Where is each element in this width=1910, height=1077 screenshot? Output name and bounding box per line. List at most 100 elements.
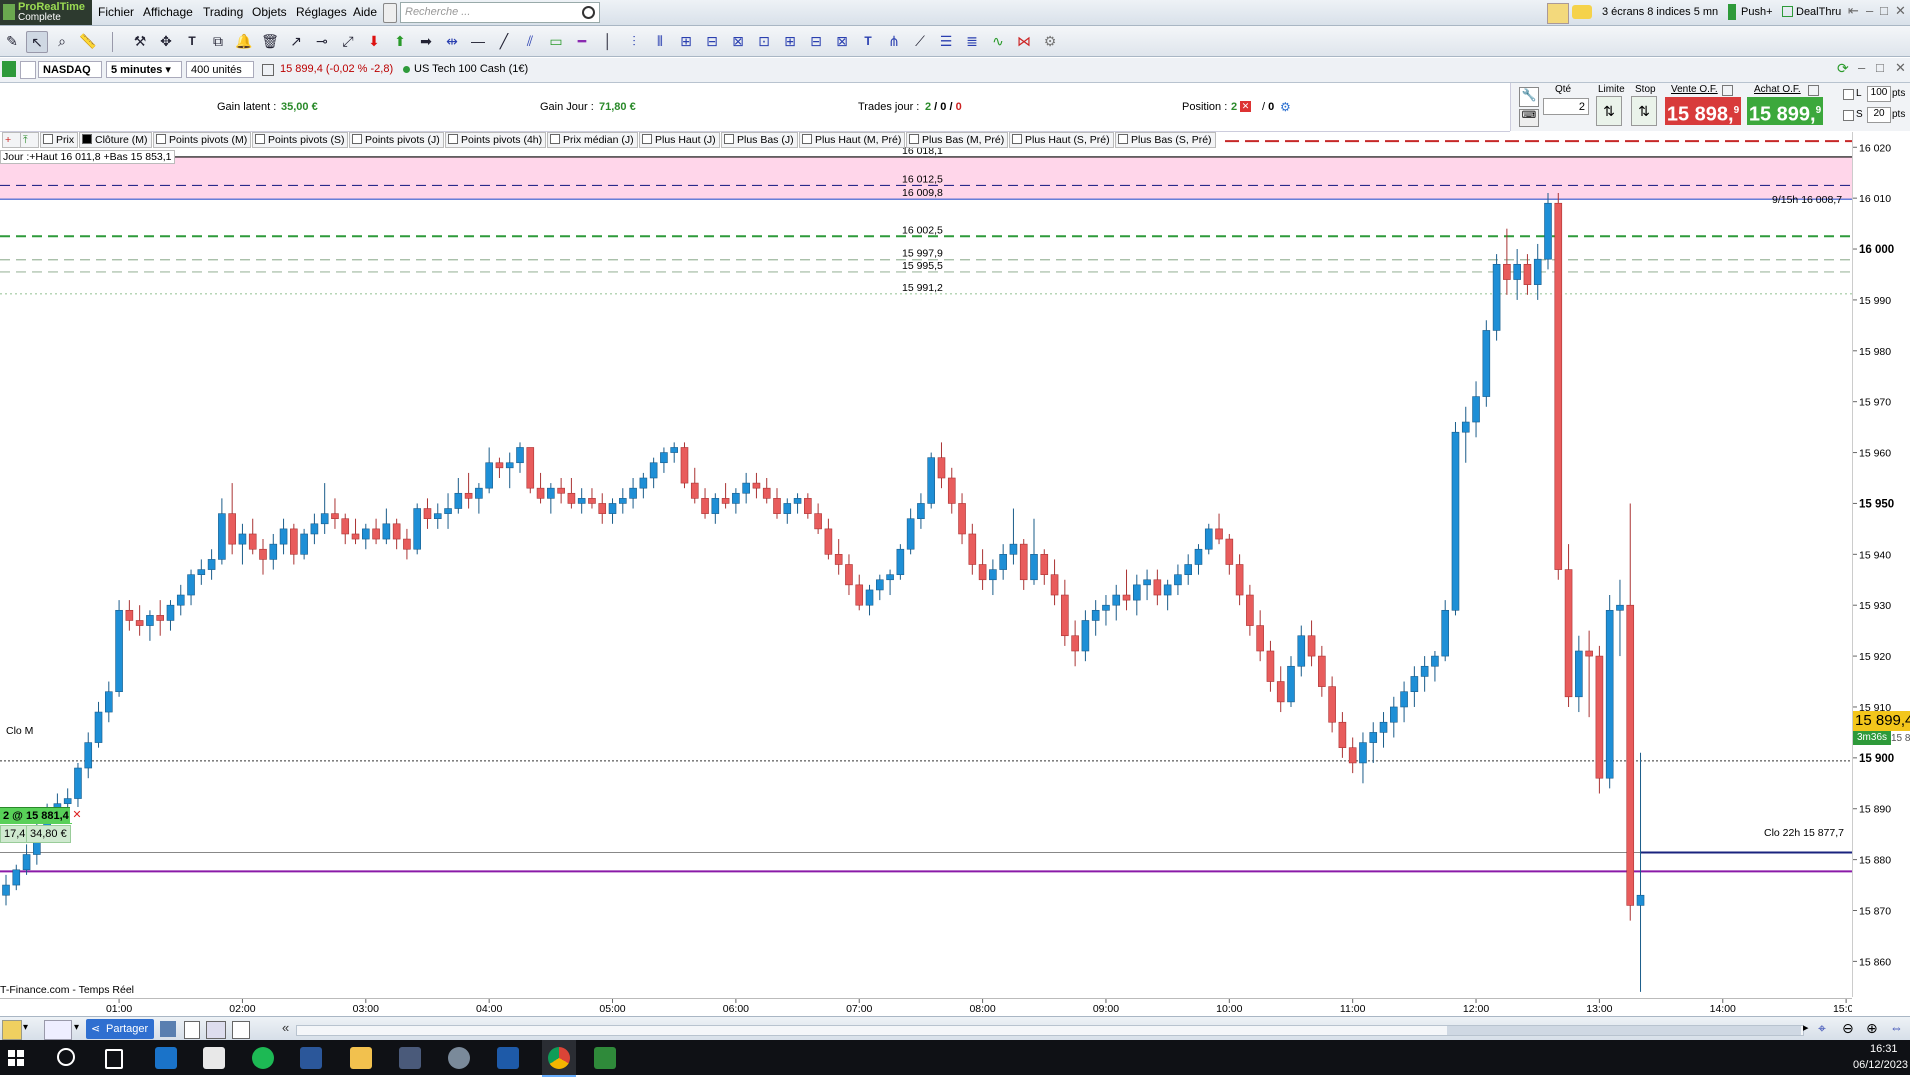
scroll-left-icon[interactable]: «: [282, 1020, 289, 1035]
taskbar-calculator-icon[interactable]: [399, 1047, 421, 1069]
grid1-icon[interactable]: ⊞: [676, 31, 696, 51]
indicator-chip[interactable]: Plus Bas (J): [721, 132, 798, 148]
indicator-checkbox[interactable]: [802, 134, 812, 144]
menu-aide[interactable]: Aide: [353, 5, 377, 19]
taskbar-teamviewer-icon[interactable]: [497, 1047, 519, 1069]
indicator-chip[interactable]: Points pivots (M): [153, 132, 252, 148]
taskbar-search-icon[interactable]: [57, 1048, 75, 1066]
grid4-icon[interactable]: ⊡: [754, 31, 774, 51]
chat-icon[interactable]: [160, 1021, 176, 1037]
add-indicator-icon[interactable]: +: [2, 132, 21, 148]
zoom-icon[interactable]: ⌕: [52, 31, 72, 51]
zoom-range-icon[interactable]: ⇔: [1890, 1020, 1903, 1035]
indicator-dropdown-icon[interactable]: ▾: [74, 1022, 79, 1033]
buy-button[interactable]: 15 899,9: [1747, 97, 1823, 126]
indicator-chip[interactable]: Points pivots (S): [252, 132, 349, 148]
s-input[interactable]: 20: [1867, 107, 1891, 123]
right-arrow-icon[interactable]: ➡: [416, 31, 436, 51]
indicator-checkbox[interactable]: [82, 134, 92, 144]
list-icon[interactable]: ☰: [936, 31, 956, 51]
taskbar-folder-icon[interactable]: [203, 1047, 225, 1069]
label-icon[interactable]: T: [858, 31, 878, 51]
list2-icon[interactable]: ≣: [962, 31, 982, 51]
time-scrollbar-thumb[interactable]: [1447, 1026, 1801, 1035]
market-select[interactable]: NASDAQ ▾: [38, 61, 102, 93]
taskbar-explorer-icon[interactable]: [350, 1047, 372, 1069]
alert-icon[interactable]: [1572, 5, 1592, 19]
time-axis[interactable]: 01:00 02:00 03:00 04:00 05:00 06:00 07:00 08:00…: [0, 998, 1852, 1016]
trendline-icon[interactable]: ⤢: [338, 31, 358, 51]
indicator-checkbox[interactable]: [352, 134, 362, 144]
info-icon[interactable]: [262, 64, 274, 76]
price-axis[interactable]: 16 020 16 010 16 000 15 990 15 980 15 970 15 9…: [1852, 132, 1910, 997]
up-arrow-icon[interactable]: ⬆: [390, 31, 410, 51]
diagonal-icon[interactable]: ╱: [494, 31, 514, 51]
channel-icon[interactable]: ⫽: [520, 31, 540, 51]
scroll-right-icon[interactable]: ▸: [1803, 1021, 1809, 1034]
indicator-icon[interactable]: [44, 1020, 72, 1040]
menu-fichier[interactable]: Fichier: [98, 5, 134, 19]
indicator-chip[interactable]: Plus Bas (M, Pré): [906, 132, 1009, 148]
hline-icon[interactable]: ⇹: [442, 31, 462, 51]
taskbar-prorealtime-icon[interactable]: [594, 1047, 616, 1069]
wave-icon[interactable]: ∿: [988, 31, 1008, 51]
position-tag[interactable]: 2 @ 15 881,4: [0, 807, 72, 824]
back-icon[interactable]: ⇤: [1848, 3, 1859, 19]
l-input[interactable]: 100: [1867, 86, 1891, 102]
s-checkbox[interactable]: [1843, 110, 1854, 121]
taskbar-chrome-icon[interactable]: [548, 1047, 570, 1069]
taskbar-spotify-icon[interactable]: [252, 1047, 274, 1069]
zoom-fit-icon[interactable]: ⌖: [1818, 1020, 1826, 1037]
close-position-tag-icon[interactable]: ✕: [70, 807, 84, 823]
menu-reglages[interactable]: Réglages: [296, 5, 347, 19]
text-icon[interactable]: T: [182, 31, 202, 51]
wrench-icon[interactable]: 🔧: [1519, 87, 1539, 107]
refresh-icon[interactable]: ⟳: [1837, 60, 1849, 77]
grid6-icon[interactable]: ⊟: [806, 31, 826, 51]
indicator-checkbox[interactable]: [156, 134, 166, 144]
chart-style-dropdown-icon[interactable]: ▾: [23, 1022, 28, 1033]
zoom-in-icon[interactable]: ⊕: [1866, 1020, 1878, 1037]
indicator-chip[interactable]: Clôture (M): [79, 132, 152, 148]
indicator-chip[interactable]: Prix: [40, 132, 79, 148]
push-label[interactable]: Push+: [1741, 6, 1773, 18]
indicator-checkbox[interactable]: [550, 134, 560, 144]
indicator-chip[interactable]: Plus Haut (S, Pré): [1009, 132, 1114, 148]
grid3-icon[interactable]: ⊠: [728, 31, 748, 51]
fan-icon[interactable]: ⋔: [884, 31, 904, 51]
vline-icon[interactable]: │: [598, 31, 618, 51]
grid7-icon[interactable]: ⊠: [832, 31, 852, 51]
indicator-chip[interactable]: Points pivots (J): [349, 132, 444, 148]
indicator-chip[interactable]: Plus Haut (J): [639, 132, 720, 148]
pencil-icon[interactable]: ✎: [2, 31, 22, 51]
indicator-checkbox[interactable]: [448, 134, 458, 144]
indicator-chip[interactable]: Plus Haut (M, Pré): [799, 132, 906, 148]
timeframe-select[interactable]: 5 minutes ▾: [106, 61, 182, 78]
grid5-icon[interactable]: ⊞: [780, 31, 800, 51]
window-minimize-icon[interactable]: –: [1858, 60, 1865, 75]
indicator-chip[interactable]: Plus Bas (S, Pré): [1115, 132, 1216, 148]
collapse-indicators-icon[interactable]: ⤒: [20, 132, 39, 148]
layout-icon[interactable]: [232, 1021, 250, 1039]
limit-button[interactable]: ⇅: [1596, 96, 1622, 126]
indicator-checkbox[interactable]: [724, 134, 734, 144]
position-settings-icon[interactable]: ⚙: [1280, 100, 1291, 114]
sell-info-icon[interactable]: [1722, 85, 1733, 96]
price-chart[interactable]: 16 018,116 012,516 009,816 002,515 997,9…: [0, 132, 1852, 997]
menu-toggle-icon[interactable]: [383, 3, 397, 23]
units-select[interactable]: 400 unités ▾: [186, 61, 254, 93]
menu-affichage[interactable]: Affichage: [143, 5, 193, 19]
fibo-icon[interactable]: ⫶: [624, 31, 644, 51]
copy-icon[interactable]: ⧉: [208, 31, 228, 51]
grid2-icon[interactable]: ⊟: [702, 31, 722, 51]
move-icon[interactable]: ✥: [156, 31, 176, 51]
stop-button[interactable]: ⇅: [1631, 96, 1657, 126]
indicator-checkbox[interactable]: [1012, 134, 1022, 144]
screen-icon[interactable]: [206, 1021, 226, 1039]
pattern-icon[interactable]: ⋈: [1014, 31, 1034, 51]
fibo2-icon[interactable]: ⫴: [650, 31, 670, 51]
bell-icon[interactable]: 🔔: [234, 31, 254, 51]
trash-icon[interactable]: 🗑: [260, 31, 280, 51]
qty-input[interactable]: 2: [1543, 98, 1589, 115]
windows-start-icon[interactable]: [8, 1050, 24, 1066]
